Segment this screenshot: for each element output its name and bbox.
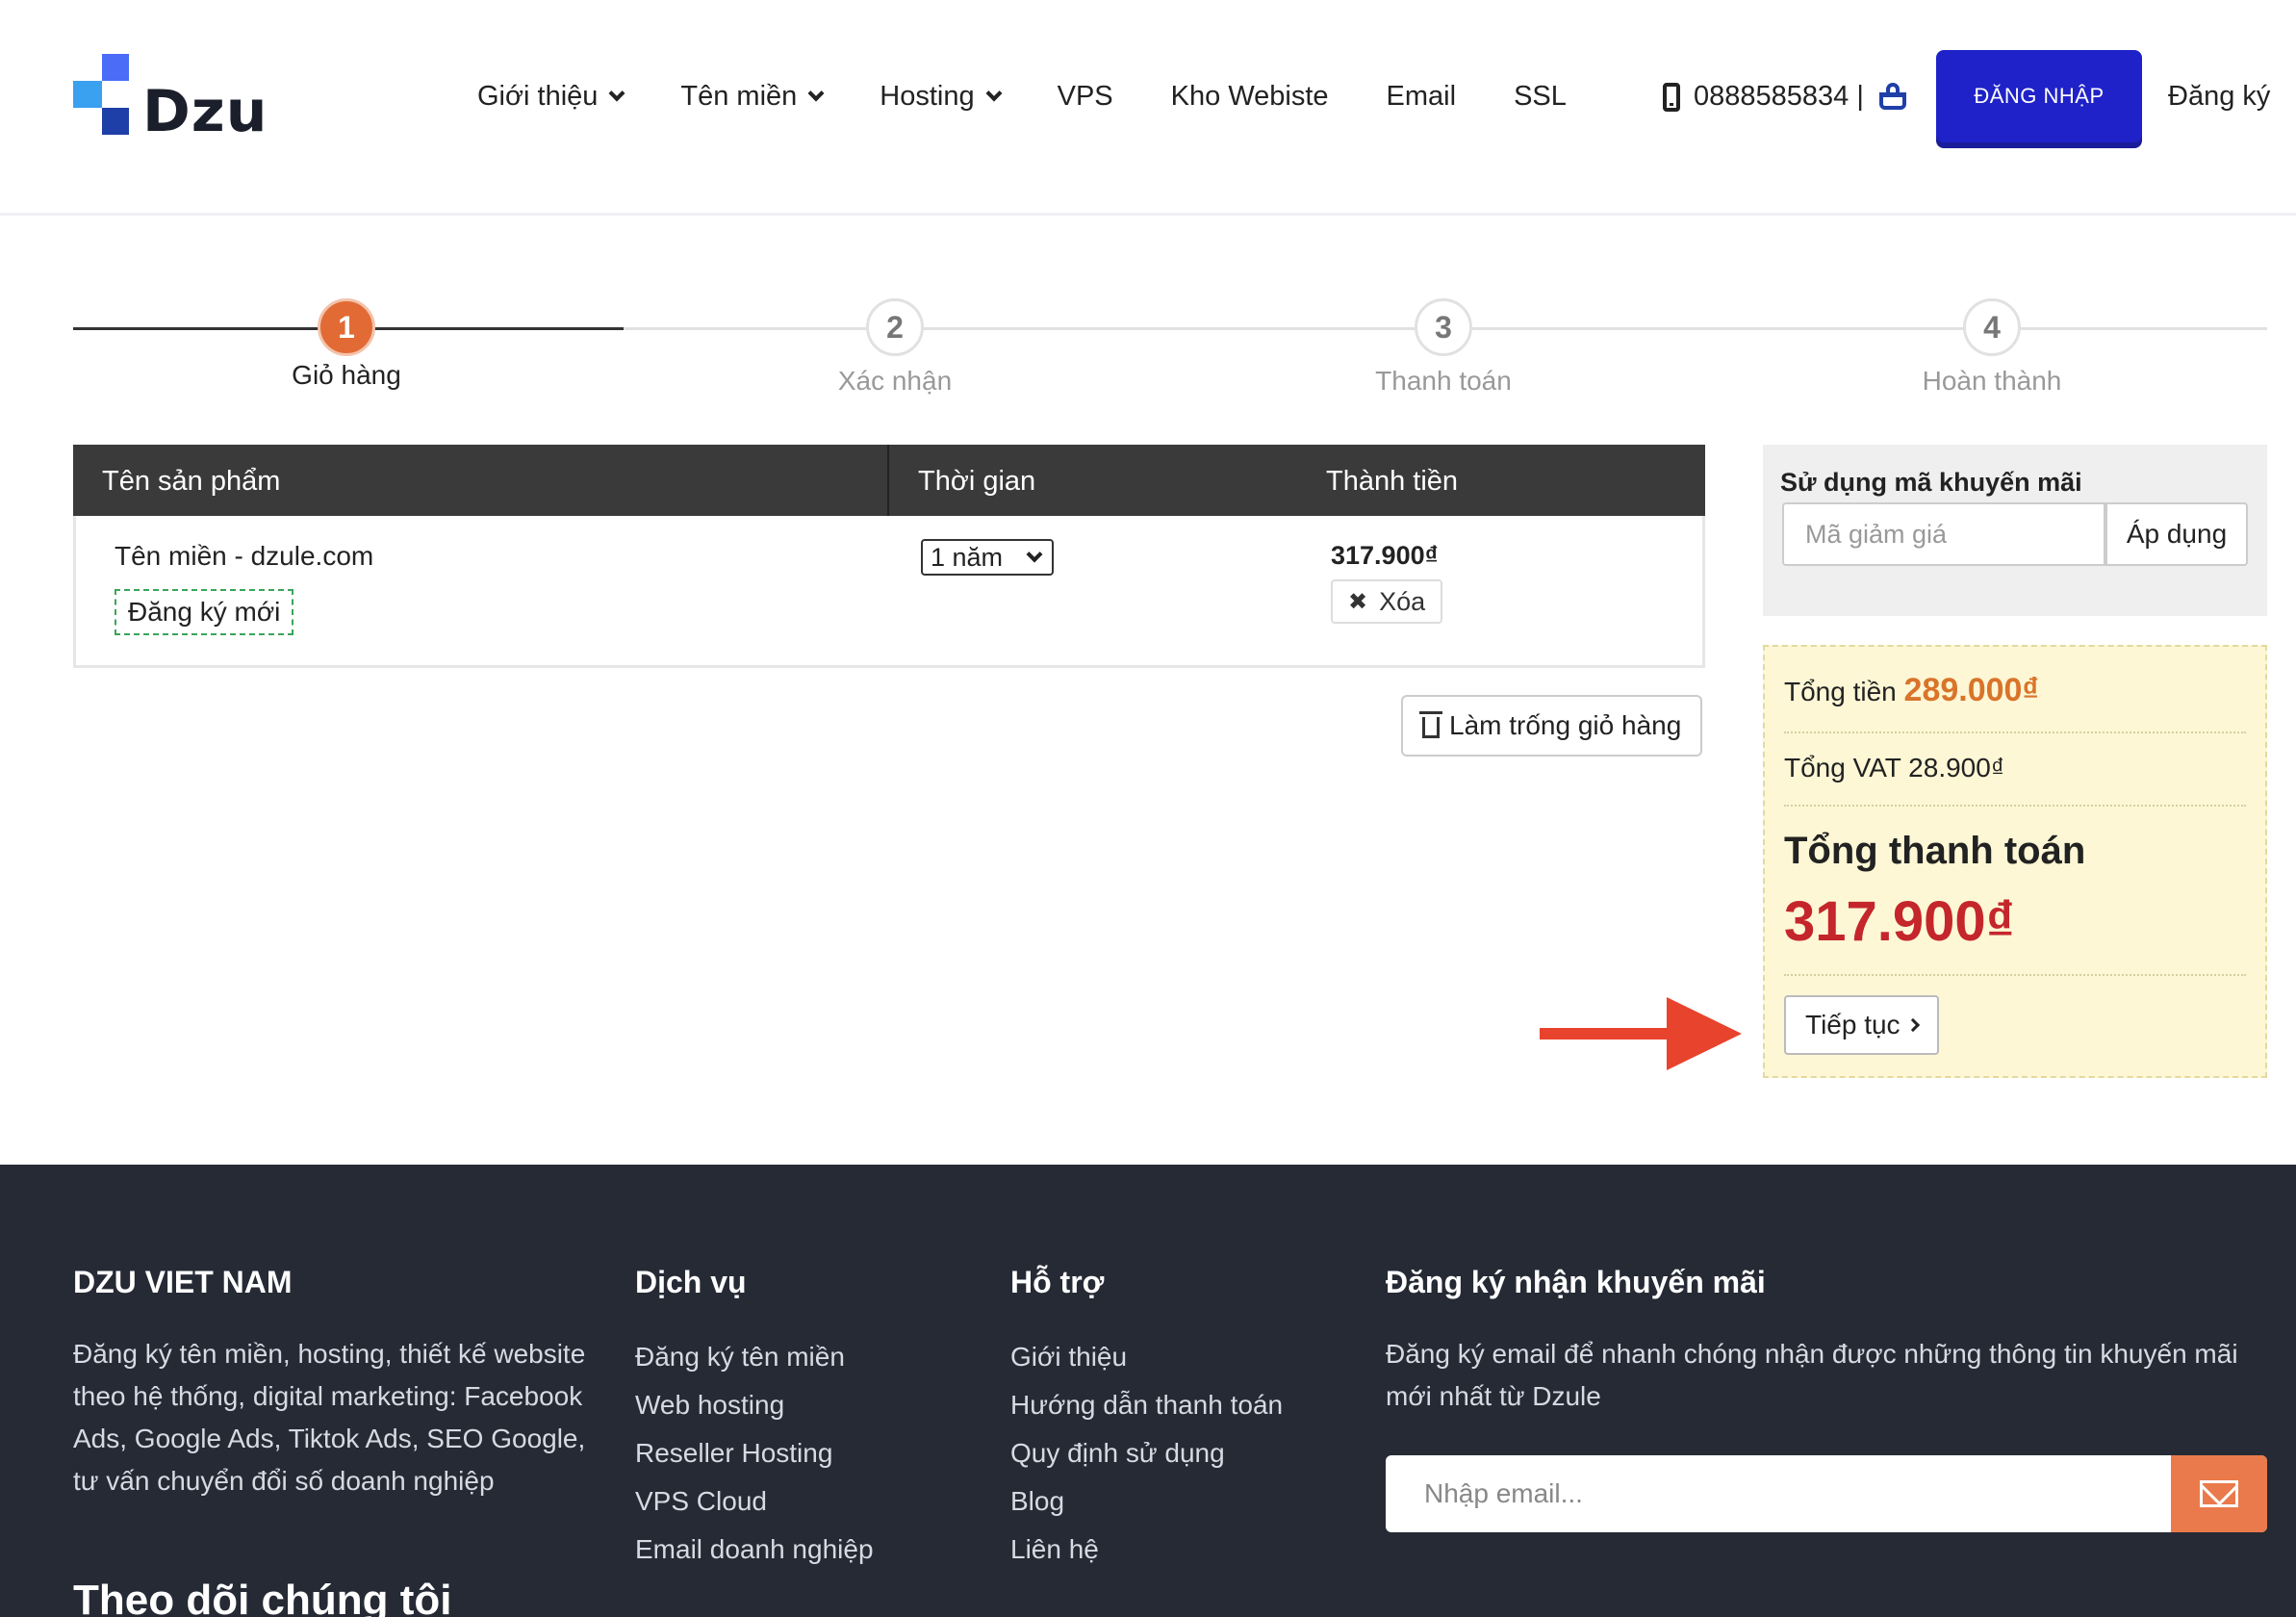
nav-item-gioi-thieu[interactable]: Giới thiệu [477,81,625,113]
footer-link[interactable]: Web hosting [635,1381,874,1429]
chevron-down-icon [1026,546,1043,563]
logo-square-icon [102,108,129,135]
footer-link[interactable]: Email doanh nghiệp [635,1526,874,1574]
step-label: Xác nhận [837,366,953,396]
subtotal-value: 289.000₫ [1903,672,2039,708]
footer-about: DZU VIET NAM Đăng ký tên miền, hosting, … [73,1265,593,1502]
nav-item-email[interactable]: Email [1387,81,1457,113]
dzu-logo[interactable]: Dzu [73,54,275,141]
footer-link[interactable]: VPS Cloud [635,1477,874,1526]
cart-table: Tên sản phẩm Thời gian Thành tiền Tên mi… [73,445,1705,668]
step-complete: 4 Hoàn thành [1848,298,2136,397]
annotation-arrow-icon [1540,997,1742,1070]
step-number: 2 [866,298,924,356]
footer-services-title: Dịch vụ [635,1265,747,1299]
chevron-right-icon [1905,1017,1920,1033]
nav-item-kho-website[interactable]: Kho Webiste [1171,81,1329,113]
newsletter-form: Nhập email... [1386,1455,2267,1532]
apply-promo-button[interactable]: Áp dụng [2105,502,2248,566]
column-header-product: Tên sản phẩm [102,466,281,497]
step-confirm: 2 Xác nhận [751,298,1039,397]
step-label: Giỏ hàng [292,360,401,390]
main-nav: Giới thiệu Tên miền Hosting VPS Kho Webi… [477,81,1567,113]
chevron-down-icon [985,85,1003,101]
promo-code-input[interactable]: Mã giảm giá [1782,502,2105,566]
register-link[interactable]: Đăng ký [2168,81,2270,113]
phone-icon [1663,82,1680,112]
logo-text: Dzu [142,78,268,145]
footer-link[interactable]: Giới thiệu [1010,1333,1283,1381]
footer-services: Dịch vụ Đăng ký tên miền Web hosting Res… [635,1265,874,1574]
footer-about-text: Đăng ký tên miền, hosting, thiết kế webs… [73,1339,586,1496]
total-value: 317.900₫ [1784,890,2015,953]
follow-us-title: Theo dõi chúng tôi [73,1577,452,1617]
step-label: Hoàn thành [1922,366,2062,396]
logo-square-icon [73,81,102,108]
site-footer: DZU VIET NAM Đăng ký tên miền, hosting, … [0,1165,2296,1617]
subtotal-label: Tổng tiền [1784,677,1897,706]
site-header: Dzu Giới thiệu Tên miền Hosting VPS Kho … [0,0,2296,216]
newsletter-email-input[interactable]: Nhập email... [1386,1455,2171,1532]
subtotal-row: Tổng tiền 289.000₫ [1784,672,2246,709]
footer-link[interactable]: Blog [1010,1477,1283,1526]
remove-item-button[interactable]: ✖ Xóa [1331,579,1443,624]
phone-number[interactable]: 0888585834 | [1694,81,1864,113]
step-number: 1 [318,298,375,356]
total-label: Tổng thanh toán [1784,830,2086,872]
step-number: 3 [1415,298,1472,356]
checkout-steps: 1 Giỏ hàng 2 Xác nhận 3 Thanh toán 4 Hoà… [73,298,2267,397]
empty-cart-button[interactable]: Làm trống giỏ hàng [1401,695,1703,757]
trash-icon [1419,711,1442,738]
footer-link[interactable]: Quy định sử dụng [1010,1429,1283,1477]
column-header-period: Thời gian [918,466,1036,497]
nav-item-hosting[interactable]: Hosting [880,81,1003,113]
cart-table-header: Tên sản phẩm Thời gian Thành tiền [73,445,1705,516]
nav-item-ssl[interactable]: SSL [1514,81,1567,113]
promo-title: Sử dụng mã khuyến mãi [1780,468,2082,497]
promo-code-box: Sử dụng mã khuyến mãi Mã giảm giá Áp dụn… [1763,445,2267,616]
newsletter-title: Đăng ký nhận khuyến mãi [1386,1265,1766,1299]
chevron-down-icon [608,85,625,101]
newsletter-text: Đăng ký email để nhanh chóng nhận được n… [1386,1339,2238,1411]
table-row: Tên miền - dzule.com Đăng ký mới 1 năm 3… [73,516,1705,668]
chevron-down-icon [807,85,825,101]
footer-link[interactable]: Đăng ký tên miền [635,1333,874,1381]
nav-item-ten-mien[interactable]: Tên miền [680,81,825,113]
newsletter-send-button[interactable] [2171,1455,2267,1532]
footer-link[interactable]: Reseller Hosting [635,1429,874,1477]
footer-support: Hỗ trợ Giới thiệu Hướng dẫn thanh toán Q… [1010,1265,1283,1574]
close-icon: ✖ [1348,588,1368,615]
registration-type-badge: Đăng ký mới [115,589,294,635]
header-contact: 0888585834 | [1663,81,1910,113]
step-payment: 3 Thanh toán [1299,298,1588,397]
step-number: 4 [1963,298,2021,356]
continue-button[interactable]: Tiếp tục [1784,995,1939,1055]
item-price: 317.900₫ [1331,541,1439,570]
step-label: Thanh toán [1375,366,1512,396]
order-summary: Tổng tiền 289.000₫ Tổng VAT 28.900₫ Tổng… [1763,645,2267,1078]
login-button[interactable]: ĐĂNG NHẬP [1936,50,2142,142]
product-name: Tên miền - dzule.com [115,541,374,571]
logo-square-icon [102,54,129,81]
footer-newsletter: Đăng ký nhận khuyến mãi Đăng ký email để… [1386,1265,2267,1418]
column-header-price: Thành tiền [1326,466,1459,497]
mail-icon [2200,1480,2238,1507]
footer-link[interactable]: Hướng dẫn thanh toán [1010,1381,1283,1429]
footer-about-title: DZU VIET NAM [73,1265,293,1299]
footer-link[interactable]: Liên hệ [1010,1526,1283,1574]
cart-icon[interactable] [1877,82,1910,112]
step-cart: 1 Giỏ hàng [202,298,491,391]
vat-row: Tổng VAT 28.900₫ [1784,753,2005,783]
nav-item-vps[interactable]: VPS [1058,81,1113,113]
period-select[interactable]: 1 năm [921,539,1054,576]
footer-support-title: Hỗ trợ [1010,1265,1105,1299]
